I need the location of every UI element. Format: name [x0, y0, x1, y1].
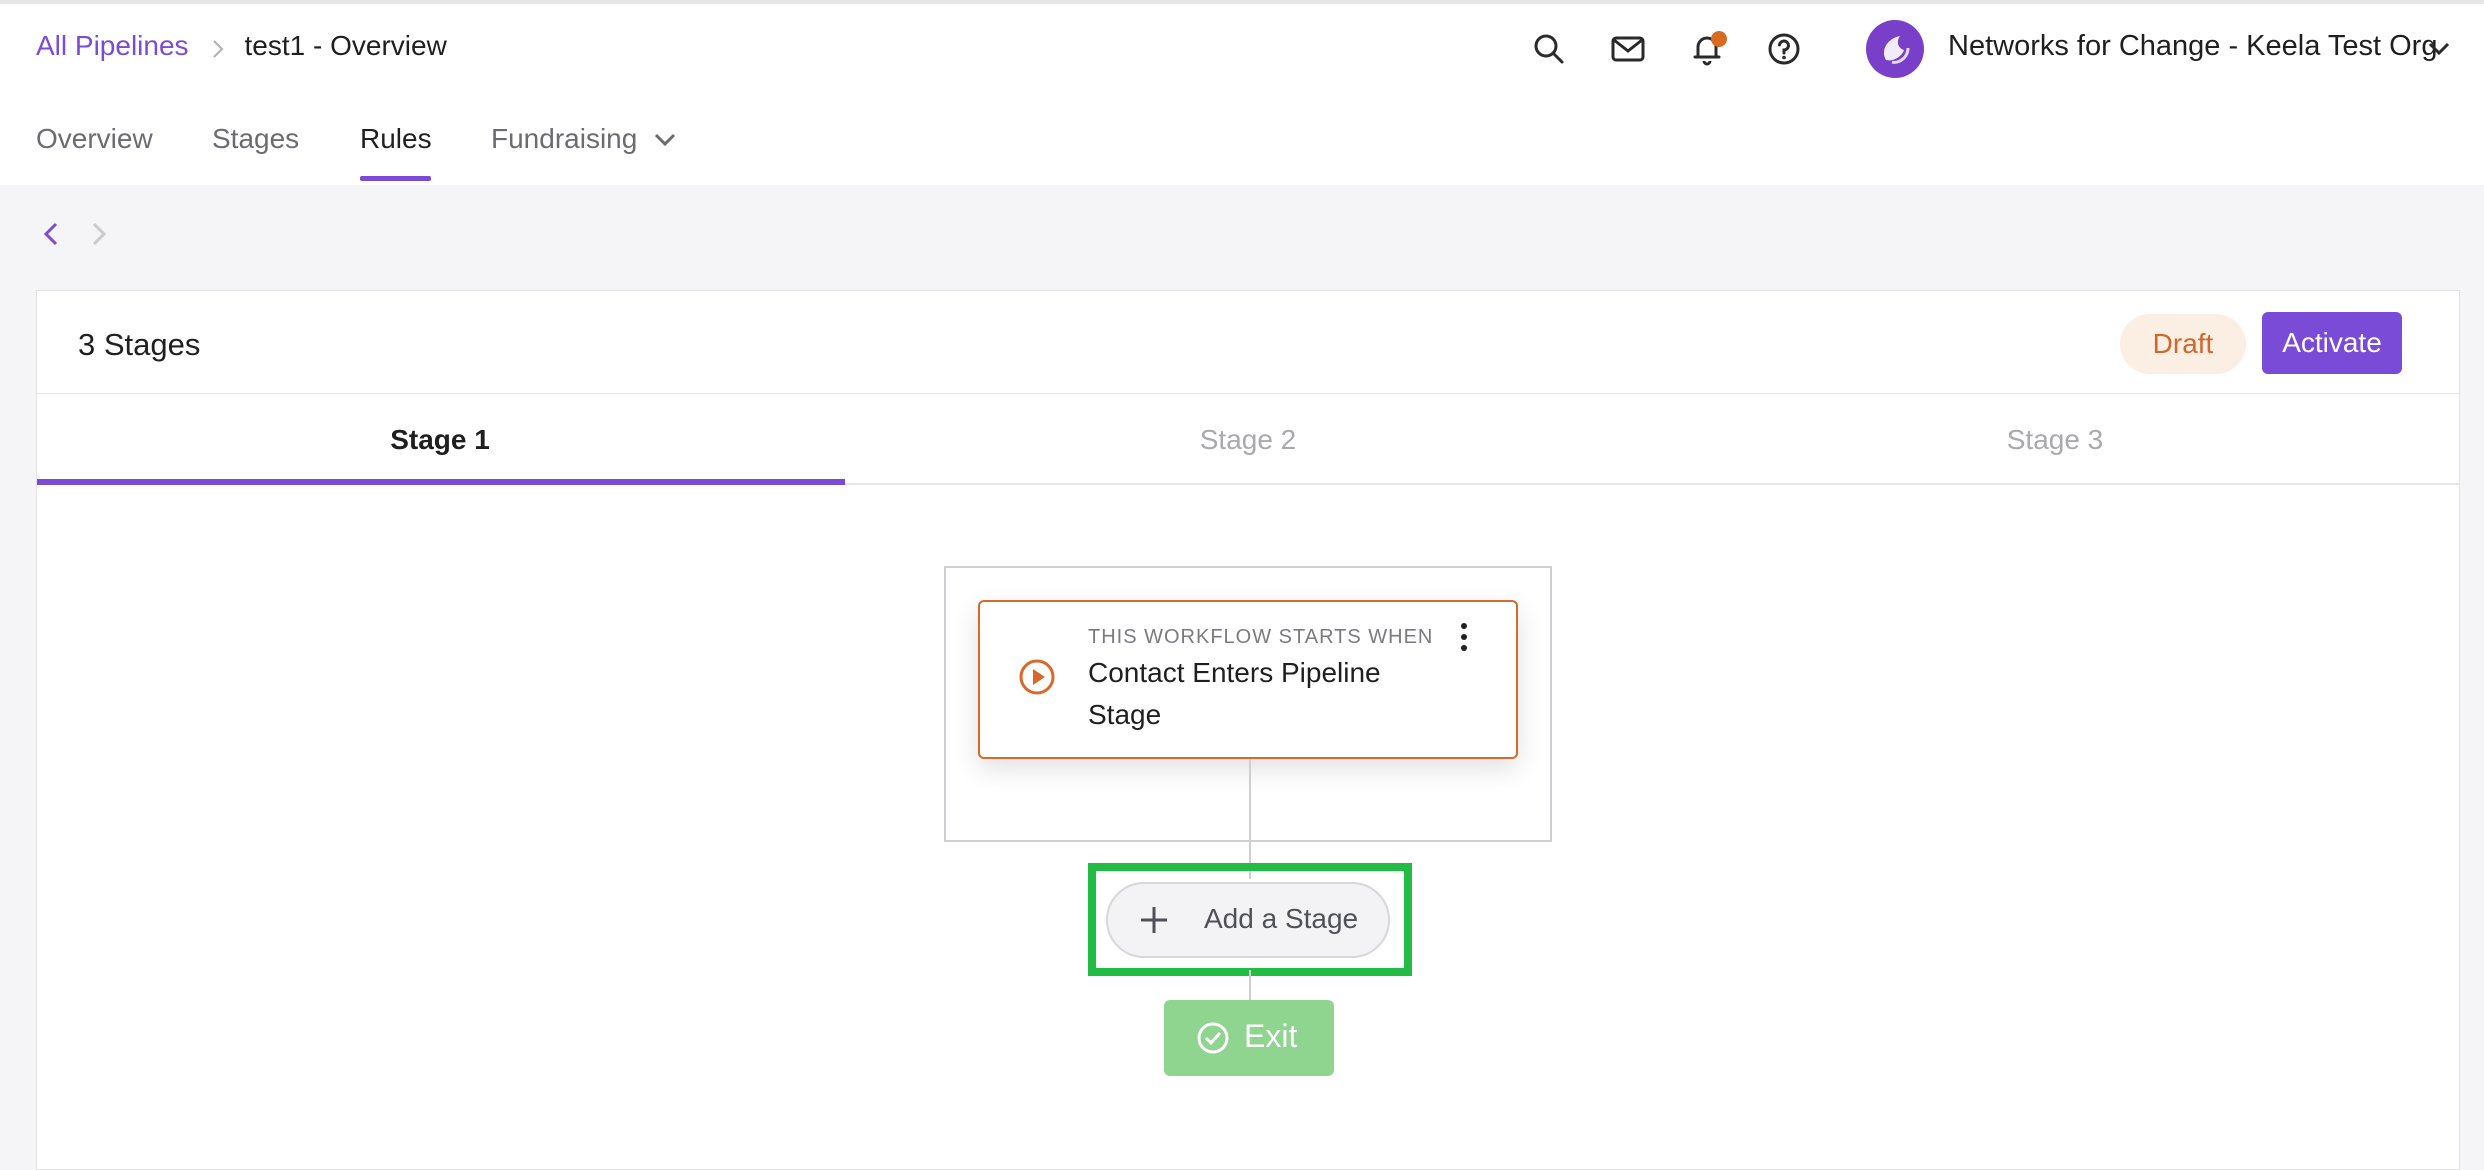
- check-circle-icon: [1197, 1022, 1229, 1054]
- divider: [37, 393, 2459, 394]
- tab-stage-3[interactable]: Stage 3: [1652, 424, 2458, 456]
- kebab-icon[interactable]: [1452, 620, 1476, 654]
- help-icon[interactable]: [1765, 30, 1803, 68]
- plus-icon[interactable]: [1138, 904, 1170, 936]
- flow-connector: [1249, 970, 1251, 1000]
- chevron-down-icon[interactable]: [652, 126, 678, 152]
- chevron-down-icon[interactable]: [2426, 36, 2452, 62]
- activate-button[interactable]: Activate: [2262, 312, 2402, 374]
- tab-fundraising[interactable]: Fundraising: [491, 123, 637, 155]
- panel-title: 3 Stages: [78, 327, 201, 362]
- chevron-right-icon[interactable]: [84, 220, 112, 248]
- breadcrumb-current: test1 - Overview: [244, 30, 447, 61]
- notification-dot: [1711, 31, 1727, 47]
- add-stage-label[interactable]: Add a Stage: [1204, 903, 1358, 935]
- trigger-title: Contact Enters Pipeline Stage: [1088, 657, 1381, 730]
- breadcrumb: All Pipelines test1 - Overview: [36, 30, 447, 62]
- flow-connector: [1249, 759, 1251, 879]
- active-tab-underline: [360, 176, 431, 181]
- trigger-kicker: THIS WORKFLOW STARTS WHEN: [1088, 626, 1434, 648]
- all-pipelines-link[interactable]: All Pipelines: [36, 30, 189, 62]
- tab-stage-2[interactable]: Stage 2: [845, 424, 1651, 456]
- tab-stage-1[interactable]: Stage 1: [37, 424, 843, 456]
- breadcrumb-separator-icon: [207, 35, 229, 58]
- org-avatar[interactable]: [1866, 20, 1924, 78]
- status-badge: Draft: [2120, 314, 2246, 374]
- org-name[interactable]: Networks for Change - Keela Test Org: [1948, 30, 2437, 63]
- org-logo-icon: [1883, 36, 1910, 64]
- tab-stages[interactable]: Stages: [212, 123, 299, 155]
- chevron-left-icon[interactable]: [38, 220, 66, 248]
- search-icon[interactable]: [1530, 30, 1568, 68]
- active-stage-underline: [37, 479, 845, 485]
- exit-label[interactable]: Exit: [1244, 1018, 1297, 1055]
- play-circle-icon: [1019, 659, 1055, 695]
- mail-icon[interactable]: [1609, 30, 1647, 68]
- tab-rules[interactable]: Rules: [360, 123, 432, 155]
- tab-overview[interactable]: Overview: [36, 123, 153, 155]
